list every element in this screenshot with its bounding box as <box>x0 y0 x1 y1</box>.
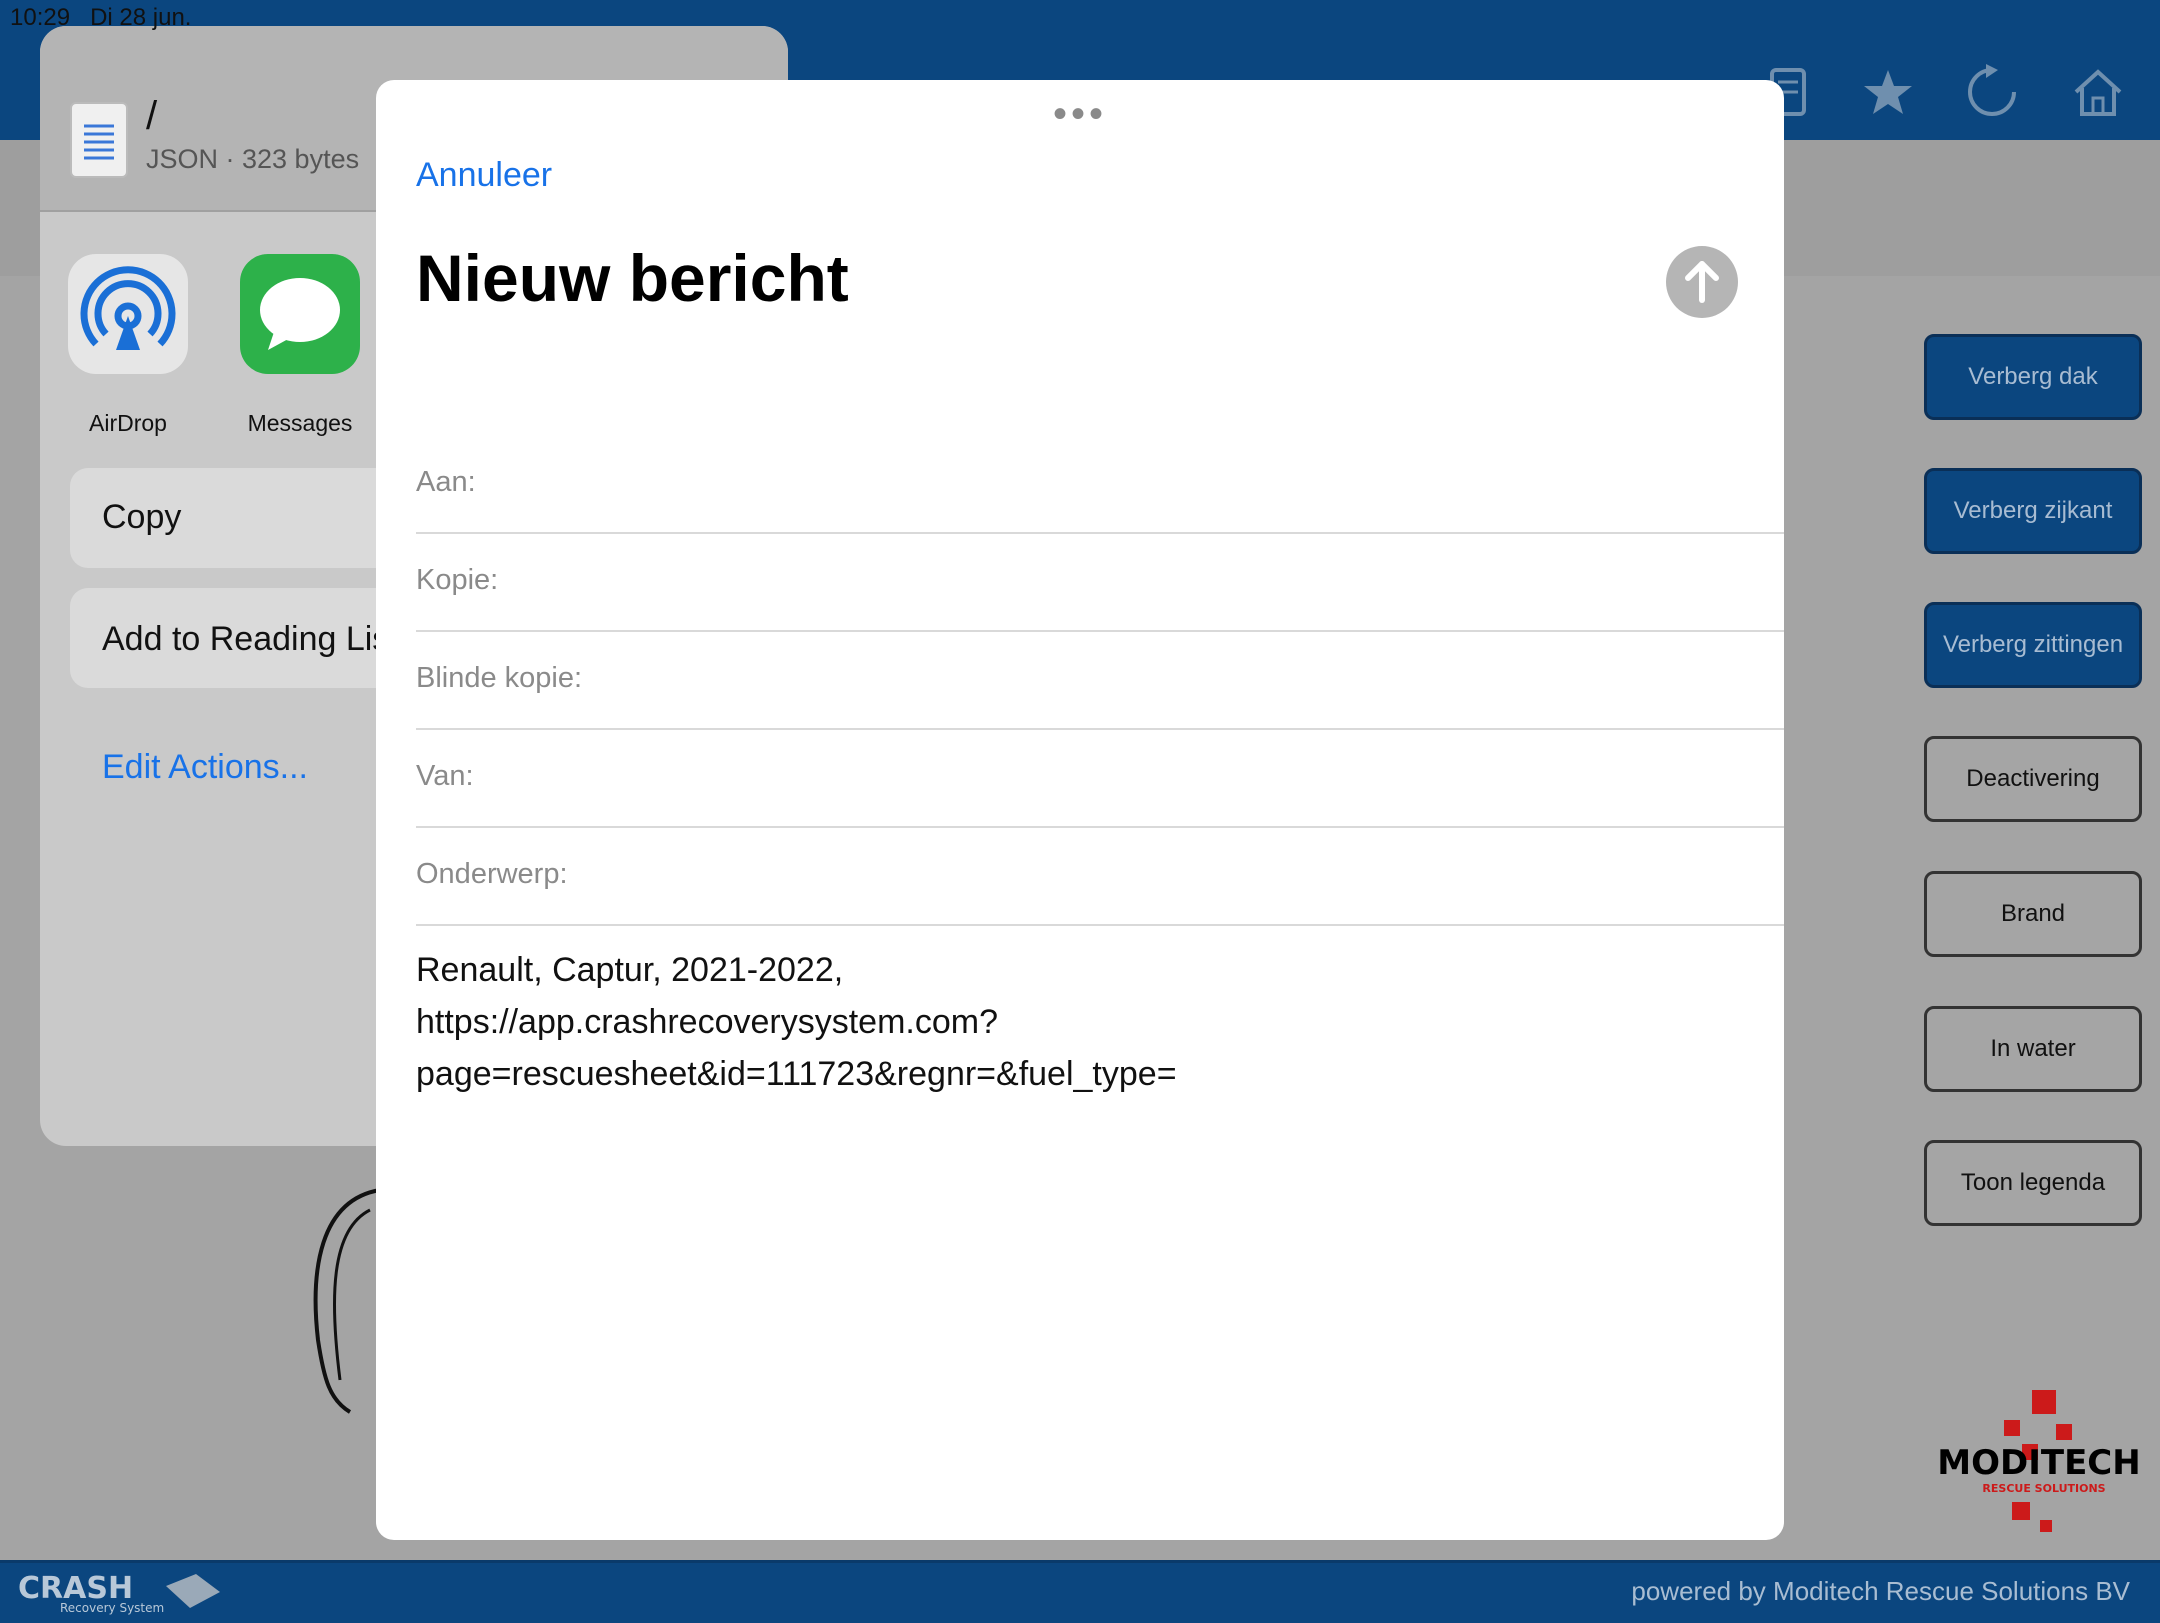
file-meta: JSON · 323 bytes <box>146 144 360 174</box>
from-label: Van: <box>416 760 474 792</box>
in-water-button[interactable]: In water <box>1924 1006 2142 1092</box>
airdrop-icon[interactable] <box>68 254 188 374</box>
show-legend-button[interactable]: Toon legenda <box>1924 1140 2142 1226</box>
messages-label: Messages <box>247 410 353 436</box>
file-name: / <box>146 94 158 138</box>
crash-logo-subtext: Recovery System <box>60 1601 164 1615</box>
message-body[interactable]: Renault, Captur, 2021-2022, https://app.… <box>416 944 1716 1100</box>
drag-handle-icon[interactable]: ••• <box>376 92 1784 137</box>
status-date: Di 28 jun. <box>90 4 192 31</box>
hide-seats-button[interactable]: Verberg zittingen <box>1924 602 2142 688</box>
refresh-icon[interactable] <box>1962 62 2022 122</box>
hide-side-button[interactable]: Verberg zijkant <box>1924 468 2142 554</box>
airdrop-label: AirDrop <box>89 410 167 436</box>
bcc-field[interactable]: Blinde kopie: <box>416 630 1784 730</box>
body-line: page=rescuesheet&id=111723&regnr=&fuel_t… <box>416 1055 1177 1093</box>
hide-roof-button[interactable]: Verberg dak <box>1924 334 2142 420</box>
to-label: Aan: <box>416 466 476 498</box>
home-icon[interactable] <box>2068 62 2128 122</box>
from-field[interactable]: Van: <box>416 728 1784 828</box>
logo-text: MODITECH <box>1937 1443 2140 1483</box>
cc-field[interactable]: Kopie: <box>416 532 1784 632</box>
fire-button[interactable]: Brand <box>1924 871 2142 957</box>
document-file-icon <box>70 102 128 178</box>
bcc-label: Blinde kopie: <box>416 662 583 694</box>
moditech-logo: MODITECH RESCUE SOLUTIONS <box>1924 1390 2154 1540</box>
body-line: Renault, Captur, 2021-2022, <box>416 951 844 989</box>
copy-label: Copy <box>102 498 182 536</box>
to-field[interactable]: Aan: <box>416 434 1784 534</box>
cc-label: Kopie: <box>416 564 499 596</box>
logo-subtext: RESCUE SOLUTIONS <box>1982 1482 2105 1495</box>
compose-sheet: ••• Annuleer Nieuw bericht Aan: Kopie: B… <box>376 80 1784 1540</box>
reading-list-label: Add to Reading Lis <box>102 620 390 658</box>
subject-field[interactable]: Onderwerp: <box>416 826 1784 926</box>
star-icon[interactable] <box>1858 62 1918 122</box>
messages-icon[interactable] <box>240 254 360 374</box>
subject-label: Onderwerp: <box>416 858 568 890</box>
send-button[interactable] <box>1666 246 1738 318</box>
status-bar: 10:29 Di 28 jun. <box>10 4 191 32</box>
cancel-button[interactable]: Annuleer <box>416 156 552 195</box>
crash-recovery-logo: CRASH Recovery System <box>16 1566 226 1616</box>
compose-title: Nieuw bericht <box>416 241 849 315</box>
edit-actions-link[interactable]: Edit Actions... <box>102 748 308 787</box>
body-line: https://app.crashrecoverysystem.com? <box>416 1003 999 1041</box>
arrow-up-icon <box>1685 261 1719 303</box>
deactivation-button[interactable]: Deactivering <box>1924 736 2142 822</box>
status-time: 10:29 <box>10 4 71 31</box>
footer-text: powered by Moditech Rescue Solutions BV <box>1631 1576 2130 1606</box>
